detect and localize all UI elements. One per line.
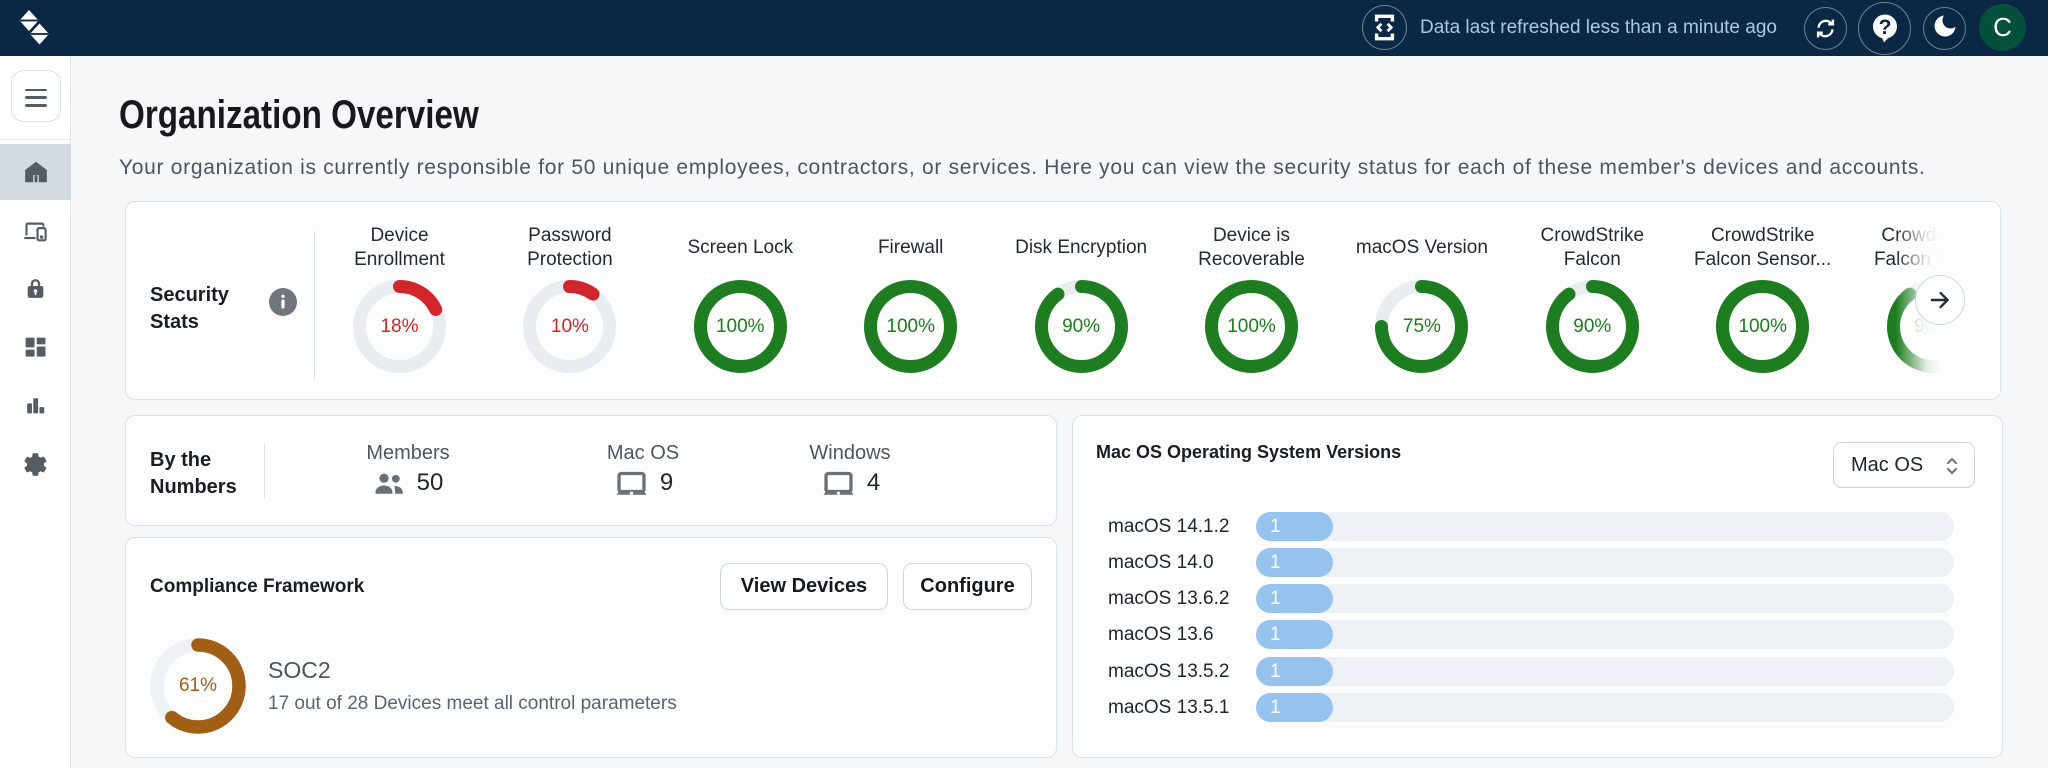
svg-text:?: ? xyxy=(1879,16,1892,39)
